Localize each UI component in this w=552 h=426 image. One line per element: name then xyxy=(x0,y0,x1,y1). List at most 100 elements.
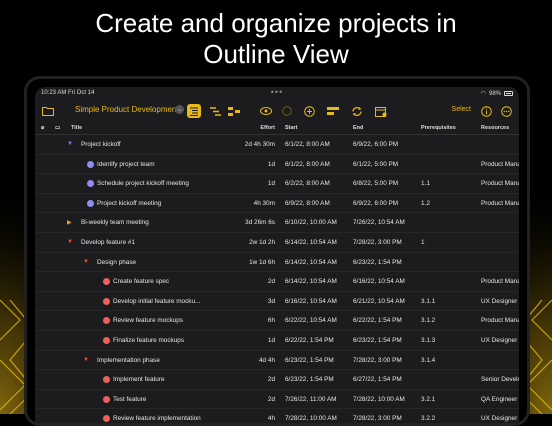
row-end: 6/23/22, 1:54 PM xyxy=(353,258,402,266)
outline-table: ⌀ ▭ Title Effort Start End Prerequisites… xyxy=(35,122,519,423)
header-prerequisites[interactable]: Prerequisites xyxy=(421,125,456,131)
header-title[interactable]: Title xyxy=(71,125,82,131)
disclosure-expanded-icon[interactable]: ▼ xyxy=(67,239,73,245)
table-row[interactable]: Review feature implementation 4h 7/28/22, … xyxy=(35,409,519,423)
row-effort: 2d xyxy=(267,278,275,286)
table-row[interactable]: Implement feature 2d 6/23/22, 1:54 PM 6/27/… xyxy=(35,370,519,390)
task-status-dot[interactable] xyxy=(103,395,110,403)
row-end: 7/28/22, 3:00 PM xyxy=(353,356,402,364)
table-row[interactable]: Test feature 2d 7/26/22, 11:00 AM 7/28/22, … xyxy=(35,390,519,410)
row-prerequisites: 3.1.1 xyxy=(421,297,436,305)
multitasking-dots[interactable]: ••• xyxy=(271,87,283,97)
row-prerequisites: 1.2 xyxy=(421,199,430,207)
table-row[interactable]: Identify project team 1d 6/1/22, 8:00 AM 6/… xyxy=(35,155,519,175)
row-title: Bi-weekly team meeting xyxy=(81,219,149,227)
row-end: 7/28/22, 3:00 PM xyxy=(353,238,402,246)
table-row[interactable]: Create feature spec 2d 6/14/22, 10:54 AM 6/… xyxy=(35,272,519,292)
outline-view-icon[interactable] xyxy=(187,104,201,118)
table-row[interactable]: Develop initial feature mocku... 3d 6/16/2… xyxy=(35,292,519,312)
chevron-down-icon[interactable]: ⌄ xyxy=(175,105,184,114)
gantt-view-icon[interactable] xyxy=(208,104,222,118)
table-row[interactable]: ▼ Develop feature #1 2w 1d 2h 6/14/22, 10:5… xyxy=(35,233,519,253)
header-effort[interactable]: Effort xyxy=(235,125,275,131)
add-icon[interactable] xyxy=(302,104,316,118)
row-start: 6/1/22, 8:00 AM xyxy=(285,160,330,168)
row-resources: Product Manager xyxy=(481,180,519,188)
row-effort: 4h 30m xyxy=(253,199,275,207)
row-title: Develop initial feature mocku... xyxy=(113,297,201,305)
more-icon[interactable] xyxy=(499,104,513,118)
table-row[interactable]: Finalize feature mockups 1d 6/22/22, 1:54 … xyxy=(35,331,519,351)
task-status-dot[interactable] xyxy=(87,160,94,168)
table-row[interactable]: Project kickoff meeting 4h 30m 6/9/22, 8:0… xyxy=(35,194,519,214)
row-start: 6/9/22, 8:00 AM xyxy=(285,199,330,207)
sync-icon[interactable] xyxy=(350,104,364,118)
row-start: 6/14/22, 10:54 AM xyxy=(285,238,337,246)
header-end[interactable]: End xyxy=(353,125,363,131)
disclosure-expanded-icon[interactable]: ▼ xyxy=(67,141,73,147)
header-start[interactable]: Start xyxy=(285,125,298,131)
level-icon[interactable] xyxy=(326,104,340,118)
row-resources: Product Manager xyxy=(481,278,519,286)
row-prerequisites: 3.1.4 xyxy=(421,356,436,364)
table-row[interactable]: ▶ Bi-weekly team meeting 3d 26m 6s 6/10/22,… xyxy=(35,213,519,233)
row-effort: 1w 1d 6h xyxy=(249,258,275,266)
row-start: 6/23/22, 1:54 PM xyxy=(285,356,334,364)
row-end: 7/28/22, 10:00 AM xyxy=(353,395,405,403)
info-icon[interactable] xyxy=(479,104,493,118)
row-resources: Product Manager; Se xyxy=(481,317,519,325)
task-status-dot[interactable] xyxy=(103,317,110,325)
task-status-dot[interactable] xyxy=(103,336,110,344)
task-status-dot[interactable] xyxy=(103,376,110,384)
disclosure-collapsed-icon[interactable]: ▶ xyxy=(67,219,72,226)
disclosure-expanded-icon[interactable]: ▼ xyxy=(83,259,89,265)
row-title: Finalize feature mockups xyxy=(113,336,185,344)
calendar-icon[interactable] xyxy=(374,104,388,118)
header-resources[interactable]: Resources xyxy=(481,125,509,131)
row-resources: UX Designer xyxy=(481,336,518,344)
status-time: 10:23 AM Fri Oct 14 xyxy=(41,90,95,96)
eye-icon[interactable] xyxy=(259,104,273,118)
task-status-dot[interactable] xyxy=(103,297,110,305)
select-button[interactable]: Select xyxy=(452,106,471,113)
document-title[interactable]: Simple Product Development xyxy=(75,105,179,114)
ipad-frame: 10:23 AM Fri Oct 14 ••• ◠ 98% Simple Pro… xyxy=(24,76,530,426)
row-title: Project kickoff meeting xyxy=(97,199,162,207)
row-title: Identify project team xyxy=(97,160,155,168)
task-status-dot[interactable] xyxy=(87,180,94,188)
disclosure-expanded-icon[interactable]: ▼ xyxy=(83,357,89,363)
folder-icon[interactable] xyxy=(41,104,55,118)
row-end: 6/22/22, 1:54 PM xyxy=(353,317,402,325)
app-screen: 10:23 AM Fri Oct 14 ••• ◠ 98% Simple Pro… xyxy=(35,87,519,423)
table-row[interactable]: Schedule project kickoff meeting 1d 6/2/22… xyxy=(35,174,519,194)
row-end: 6/1/22, 5:00 PM xyxy=(353,160,399,168)
row-title: Test feature xyxy=(113,395,147,403)
row-end: 7/28/22, 3:00 PM xyxy=(353,415,402,423)
note-column-icon[interactable]: ▭ xyxy=(55,125,60,131)
wifi-icon: ◠ xyxy=(480,91,486,97)
table-row[interactable]: ▼ Design phase 1w 1d 6h 6/14/22, 10:54 AM 6/… xyxy=(35,253,519,273)
task-status-dot[interactable] xyxy=(103,278,110,286)
row-effort: 1d xyxy=(267,180,275,188)
task-status-dot[interactable] xyxy=(103,415,110,423)
row-end: 6/9/22, 6:00 PM xyxy=(353,141,399,148)
attachment-column-icon[interactable]: ⌀ xyxy=(41,125,44,131)
row-end: 6/8/22, 5:00 PM xyxy=(353,180,399,188)
row-prerequisites: 1.1 xyxy=(421,180,430,188)
row-effort: 1d xyxy=(267,336,275,344)
row-start: 7/26/22, 11:00 AM xyxy=(285,395,337,403)
row-start: 6/23/22, 1:54 PM xyxy=(285,376,334,384)
row-resources: Product Manager xyxy=(481,160,519,168)
table-row[interactable]: ▼ Project kickoff 2d 4h 30m 6/1/22, 8:00 AM… xyxy=(35,135,519,155)
row-prerequisites: 3.1.2 xyxy=(421,317,436,325)
row-resources: QA Engineer xyxy=(481,395,518,403)
undo-icon[interactable] xyxy=(280,104,294,118)
table-header: ⌀ ▭ Title Effort Start End Prerequisites… xyxy=(35,122,519,135)
task-status-dot[interactable] xyxy=(87,199,94,207)
row-effort: 1d xyxy=(267,160,275,168)
network-view-icon[interactable] xyxy=(227,104,241,118)
row-effort: 2d 4h 30m xyxy=(244,141,275,148)
row-title: Review feature mockups xyxy=(113,317,183,325)
table-row[interactable]: Review feature mockups 6h 6/22/22, 10:54 A… xyxy=(35,311,519,331)
table-row[interactable]: ▼ Implementation phase 4d 4h 6/23/22, 1:54 … xyxy=(35,351,519,371)
